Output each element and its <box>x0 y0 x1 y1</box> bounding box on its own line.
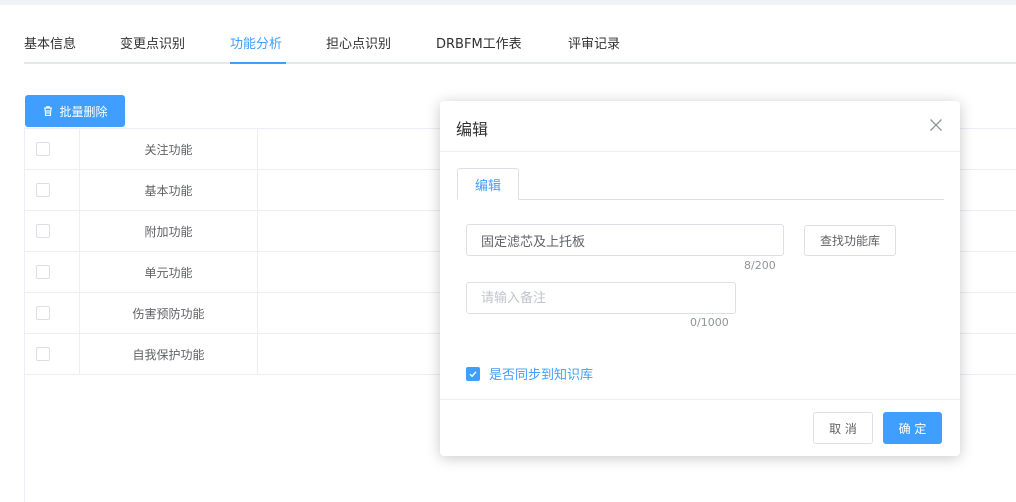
tab-function-analysis[interactable]: 功能分析 <box>230 37 282 53</box>
remark-input-count: 0/1000 <box>690 316 729 329</box>
edit-dialog: 编辑 编辑 8/200 查找功能库 0/1000 是否同步到知识库 取 消 确 … <box>440 101 960 456</box>
sync-knowledge-label: 是否同步到知识库 <box>489 368 594 383</box>
sync-knowledge-checkbox[interactable]: 是否同步到知识库 <box>466 364 593 383</box>
trash-icon <box>44 106 53 116</box>
row-checkbox[interactable] <box>36 224 50 238</box>
checkbox-checked-icon <box>466 366 480 381</box>
row-checkbox[interactable] <box>36 265 50 279</box>
confirm-button[interactable]: 确 定 <box>883 412 942 444</box>
row-checkbox-cell <box>25 334 80 374</box>
header-checkbox-cell <box>25 129 80 169</box>
dialog-title: 编辑 <box>456 120 489 139</box>
row-checkbox[interactable] <box>36 347 50 361</box>
tab-change-point[interactable]: 变更点识别 <box>120 37 185 53</box>
tab-basic-info[interactable]: 基本信息 <box>24 37 76 53</box>
table-cell: 伤害预防功能 <box>80 293 258 333</box>
active-tab-indicator <box>230 62 286 64</box>
row-checkbox[interactable] <box>36 306 50 320</box>
table-cell: 自我保护功能 <box>80 334 258 374</box>
row-checkbox[interactable] <box>36 183 50 197</box>
tab-concern-point[interactable]: 担心点识别 <box>326 37 391 53</box>
dialog-tabs-divider <box>457 199 944 200</box>
search-library-button[interactable]: 查找功能库 <box>804 225 896 256</box>
dialog-tab-edit[interactable]: 编辑 <box>457 168 519 200</box>
table-cell: 基本功能 <box>80 170 258 210</box>
table-cell: 单元功能 <box>80 252 258 292</box>
tab-drbfm-worksheet[interactable]: DRBFM工作表 <box>436 37 522 53</box>
close-icon[interactable] <box>929 118 943 132</box>
function-input-count: 8/200 <box>744 259 776 272</box>
batch-delete-label: 批量删除 <box>59 104 108 119</box>
select-all-checkbox[interactable] <box>36 142 50 156</box>
function-input[interactable] <box>466 224 784 256</box>
row-checkbox-cell <box>25 293 80 333</box>
top-strip <box>0 0 1016 5</box>
dialog-footer-divider <box>440 399 960 400</box>
dialog-header-divider <box>440 151 960 152</box>
row-checkbox-cell <box>25 170 80 210</box>
cancel-button[interactable]: 取 消 <box>813 412 873 444</box>
table-header-cell: 关注功能 <box>80 129 258 169</box>
batch-delete-button[interactable]: 批量删除 <box>25 95 125 127</box>
remark-input[interactable] <box>466 282 736 314</box>
tab-review-record[interactable]: 评审记录 <box>568 37 620 53</box>
table-cell: 附加功能 <box>80 211 258 251</box>
main-tabs: 基本信息 变更点识别 功能分析 担心点识别 DRBFM工作表 评审记录 <box>24 24 1016 64</box>
row-checkbox-cell <box>25 211 80 251</box>
row-checkbox-cell <box>25 252 80 292</box>
